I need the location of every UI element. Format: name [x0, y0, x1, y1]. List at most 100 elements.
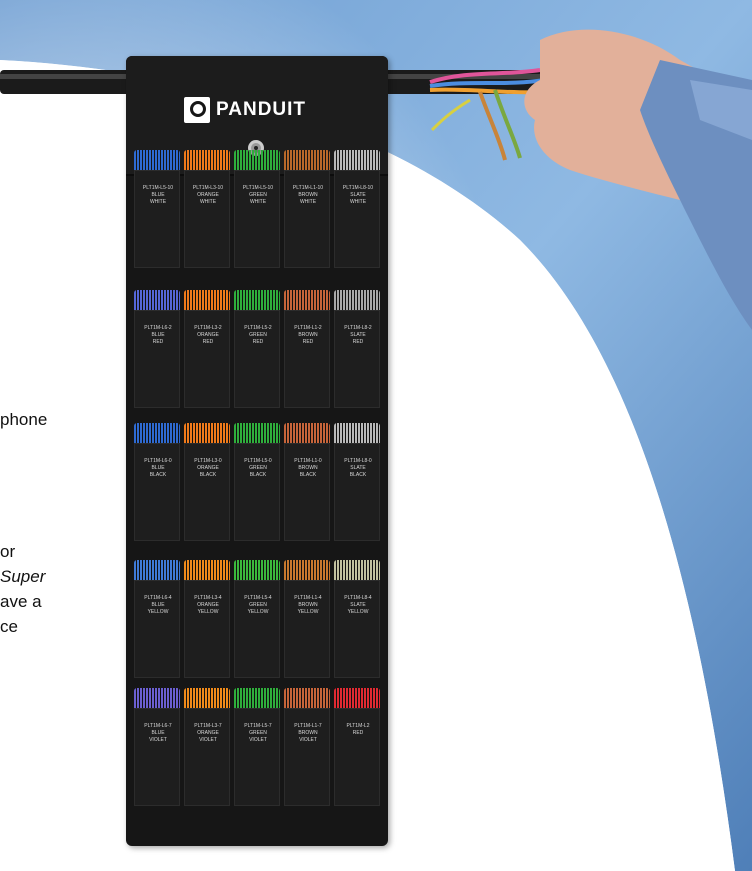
- cable-ties-bundle: [184, 290, 230, 312]
- tie-pocket: PLT1M-L3-10 ORANGE WHITE: [184, 150, 230, 268]
- pocket-label: PLT1M-L5-4 GREEN YELLOW: [244, 595, 272, 615]
- cable-ties-bundle: [334, 688, 380, 710]
- tie-pocket: PLT1M-L3-4 ORANGE YELLOW: [184, 560, 230, 678]
- tie-pocket: PLT1M-L2 RED: [334, 688, 380, 806]
- pocket-label: PLT1M-L1-0 BROWN BLACK: [294, 458, 322, 478]
- tie-pocket: PLT1M-L1-10 BROWN WHITE: [284, 150, 330, 268]
- pocket-bag: PLT1M-L6-2 BLUE RED: [134, 310, 180, 408]
- cable-ties-bundle: [284, 423, 330, 445]
- tie-pocket: PLT1M-L5-10 BLUE WHITE: [134, 150, 180, 268]
- pocket-bag: PLT1M-L5-4 GREEN YELLOW: [234, 580, 280, 678]
- cable-ties-bundle: [134, 688, 180, 710]
- tie-pocket: PLT1M-L5-10 GREEN WHITE: [234, 150, 280, 268]
- pocket-row: PLT1M-L5-10 BLUE WHITE PLT1M-L3-10 ORANGE…: [134, 150, 380, 268]
- tie-pocket: PLT1M-L1-4 BROWN YELLOW: [284, 560, 330, 678]
- pocket-bag: PLT1M-L8-4 SLATE YELLOW: [334, 580, 380, 678]
- cable-ties-bundle: [284, 150, 330, 172]
- tie-pocket: PLT1M-L3-7 ORANGE VIOLET: [184, 688, 230, 806]
- pocket-bag: PLT1M-L5-0 GREEN BLACK: [234, 443, 280, 541]
- tie-pocket: PLT1M-L1-0 BROWN BLACK: [284, 423, 330, 541]
- pocket-label: PLT1M-L3-10 ORANGE WHITE: [192, 185, 224, 205]
- pocket-row: PLT1M-L6-2 BLUE RED PLT1M-L3-2 ORANGE RED…: [134, 290, 380, 408]
- pocket-bag: PLT1M-L1-2 BROWN RED: [284, 310, 330, 408]
- tie-pocket: PLT1M-L1-2 BROWN RED: [284, 290, 330, 408]
- tie-pocket: PLT1M-L8-0 SLATE BLACK: [334, 423, 380, 541]
- pocket-bag: PLT1M-L5-10 GREEN WHITE: [234, 170, 280, 268]
- cable-ties-bundle: [134, 423, 180, 445]
- pocket-bag: PLT1M-L3-4 ORANGE YELLOW: [184, 580, 230, 678]
- side-text-line-3-italic: Super: [0, 567, 46, 586]
- pocket-label: PLT1M-L1-4 BROWN YELLOW: [294, 595, 322, 615]
- tie-pocket: PLT1M-L8-10 SLATE WHITE: [334, 150, 380, 268]
- side-text-line-5: ce: [0, 617, 18, 636]
- side-text-line-3: Super: [0, 565, 45, 589]
- pocket-bag: PLT1M-L2 RED: [334, 708, 380, 806]
- brand-logo: PANDUIT: [184, 96, 332, 124]
- pocket-label: PLT1M-L5-10 GREEN WHITE: [242, 185, 274, 205]
- pocket-bag: PLT1M-L5-2 GREEN RED: [234, 310, 280, 408]
- pocket-label: PLT1M-L2 RED: [346, 723, 370, 736]
- pocket-label: PLT1M-L3-0 ORANGE BLACK: [194, 458, 222, 478]
- pocket-label: PLT1M-L6-7 BLUE VIOLET: [144, 723, 172, 743]
- pocket-bag: PLT1M-L1-0 BROWN BLACK: [284, 443, 330, 541]
- pocket-bag: PLT1M-L8-10 SLATE WHITE: [334, 170, 380, 268]
- cable-ties-bundle: [334, 290, 380, 312]
- pocket-label: PLT1M-L8-4 SLATE YELLOW: [344, 595, 372, 615]
- pocket-label: PLT1M-L3-2 ORANGE RED: [194, 325, 222, 345]
- cable-ties-bundle: [184, 423, 230, 445]
- pocket-bag: PLT1M-L6-7 BLUE VIOLET: [134, 708, 180, 806]
- side-text-line-2: or: [0, 542, 16, 561]
- cable-ties-bundle: [184, 560, 230, 582]
- cable-ties-bundle: [234, 560, 280, 582]
- pocket-label: PLT1M-L1-2 BROWN RED: [294, 325, 322, 345]
- pocket-row: PLT1M-L6-4 BLUE YELLOW PLT1M-L3-4 ORANGE …: [134, 560, 380, 678]
- pocket-bag: PLT1M-L8-0 SLATE BLACK: [334, 443, 380, 541]
- cable-ties-bundle: [234, 688, 280, 710]
- pocket-bag: PLT1M-L1-7 BROWN VIOLET: [284, 708, 330, 806]
- pocket-bag: PLT1M-L8-2 SLATE RED: [334, 310, 380, 408]
- pocket-label: PLT1M-L1-10 BROWN WHITE: [292, 185, 324, 205]
- tie-pocket: PLT1M-L5-0 GREEN BLACK: [234, 423, 280, 541]
- cable-ties-bundle: [134, 290, 180, 312]
- pocket-bag: PLT1M-L5-7 GREEN VIOLET: [234, 708, 280, 806]
- pocket-bag: PLT1M-L5-10 BLUE WHITE: [134, 170, 180, 268]
- side-text-line-4: ave a: [0, 592, 42, 611]
- cable-ties-bundle: [184, 150, 230, 172]
- tie-pocket: PLT1M-L1-7 BROWN VIOLET: [284, 688, 330, 806]
- pocket-label: PLT1M-L3-4 ORANGE YELLOW: [194, 595, 222, 615]
- cable-ties-bundle: [134, 150, 180, 172]
- pocket-bag: PLT1M-L3-10 ORANGE WHITE: [184, 170, 230, 268]
- pocket-label: PLT1M-L8-10 SLATE WHITE: [342, 185, 374, 205]
- pocket-label: PLT1M-L6-2 BLUE RED: [144, 325, 172, 345]
- tie-pocket: PLT1M-L8-2 SLATE RED: [334, 290, 380, 408]
- pocket-bag: PLT1M-L3-2 ORANGE RED: [184, 310, 230, 408]
- cable-ties-bundle: [334, 150, 380, 172]
- pocket-label: PLT1M-L8-2 SLATE RED: [344, 325, 372, 345]
- pocket-label: PLT1M-L5-2 GREEN RED: [244, 325, 272, 345]
- pocket-bag: PLT1M-L3-0 ORANGE BLACK: [184, 443, 230, 541]
- cable-ties-bundle: [284, 560, 330, 582]
- pocket-label: PLT1M-L6-0 BLUE BLACK: [144, 458, 172, 478]
- cable-ties-bundle: [284, 290, 330, 312]
- tie-pocket: PLT1M-L6-0 BLUE BLACK: [134, 423, 180, 541]
- pocket-label: PLT1M-L8-0 SLATE BLACK: [344, 458, 372, 478]
- pocket-label: PLT1M-L6-4 BLUE YELLOW: [144, 595, 172, 615]
- side-text-line-1: phone: [0, 410, 48, 429]
- tie-pocket: PLT1M-L6-2 BLUE RED: [134, 290, 180, 408]
- cable-ties-bundle: [134, 560, 180, 582]
- pocket-label: PLT1M-L5-0 GREEN BLACK: [244, 458, 272, 478]
- pocket-bag: PLT1M-L3-7 ORANGE VIOLET: [184, 708, 230, 806]
- tie-pocket: PLT1M-L3-2 ORANGE RED: [184, 290, 230, 408]
- cable-ties-bundle: [184, 688, 230, 710]
- cable-ties-bundle: [234, 150, 280, 172]
- tie-pocket: PLT1M-L8-4 SLATE YELLOW: [334, 560, 380, 678]
- pocket-bag: PLT1M-L6-4 BLUE YELLOW: [134, 580, 180, 678]
- cable-ties-bundle: [234, 290, 280, 312]
- tie-pocket: PLT1M-L6-7 BLUE VIOLET: [134, 688, 180, 806]
- pocket-bag: PLT1M-L6-0 BLUE BLACK: [134, 443, 180, 541]
- cable-ties-bundle: [284, 688, 330, 710]
- pocket-label: PLT1M-L5-10 BLUE WHITE: [142, 185, 174, 205]
- cable-ties-bundle: [334, 423, 380, 445]
- tie-pocket: PLT1M-L5-4 GREEN YELLOW: [234, 560, 280, 678]
- pocket-label: PLT1M-L1-7 BROWN VIOLET: [294, 723, 322, 743]
